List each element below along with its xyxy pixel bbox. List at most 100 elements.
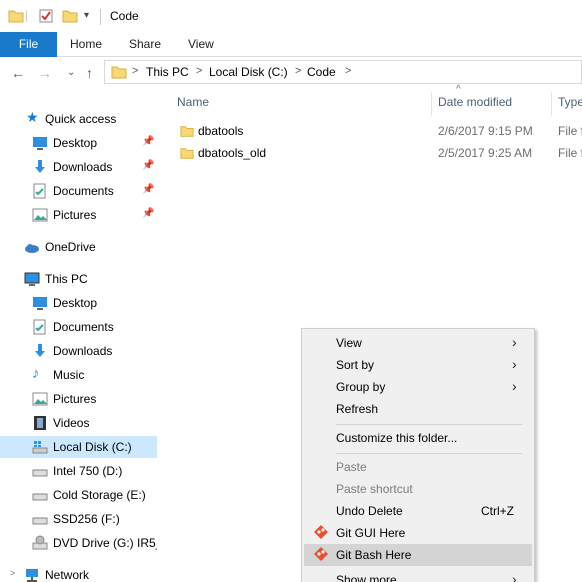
sidebar-item-pc-pictures[interactable]: Pictures [0,388,157,410]
menu-item-undo-delete[interactable]: Undo Delete Ctrl+Z [304,500,532,522]
file-row[interactable]: dbatools 2/6/2017 9:15 PM File f [176,121,582,142]
sidebar-item-label: Videos [53,416,90,430]
folder-icon [180,146,194,163]
menu-item-customize-folder[interactable]: Customize this folder... [304,427,532,449]
sidebar-item-ssd256-f[interactable]: SSD256 (F:) [0,508,157,530]
file-type: File f [558,146,582,160]
sidebar-item-pc-documents[interactable]: Documents [0,316,157,338]
file-type: File f [558,124,582,138]
sidebar-item-label: Documents [53,184,114,198]
sidebar-item-label: DVD Drive (G:) IR5_S [53,536,157,550]
menu-item-shortcut: Ctrl+Z [481,504,514,518]
tab-view[interactable]: View [188,32,214,57]
menu-item-label: Git GUI Here [336,526,406,540]
forward-arrow-icon[interactable]: → [38,65,52,81]
title-divider [100,9,101,25]
sidebar-item-label: Pictures [53,392,97,406]
pin-icon[interactable]: 📌 [142,184,154,195]
menu-item-refresh[interactable]: Refresh [304,398,532,420]
sidebar-item-pictures[interactable]: Pictures 📌 [0,204,157,226]
menu-item-paste[interactable]: Paste [304,456,532,478]
computer-icon [24,271,40,287]
documents-icon [32,183,48,199]
sidebar-item-downloads[interactable]: Downloads 📌 [0,156,157,178]
tab-home[interactable]: Home [70,32,102,57]
pin-icon[interactable]: 📌 [142,136,154,147]
sidebar-item-cold-storage-e[interactable]: Cold Storage (E:) [0,484,157,506]
menu-item-sort-by[interactable]: Sort by › [304,354,532,376]
chevron-right-icon[interactable]: > [345,65,351,77]
menu-item-label: Customize this folder... [336,431,458,445]
sidebar-item-quick-access[interactable]: ★ Quick access [0,108,157,130]
new-folder-icon[interactable] [62,8,78,27]
title-bar: ▾ Code [0,0,582,32]
up-arrow-icon[interactable]: ↑ [86,65,93,81]
column-header-date-modified[interactable]: Date modified [438,95,512,109]
sidebar-item-documents[interactable]: Documents 📌 [0,180,157,202]
file-date: 2/6/2017 9:15 PM [438,124,533,138]
chevron-right-icon[interactable]: > [132,65,138,77]
menu-item-paste-shortcut[interactable]: Paste shortcut [304,478,532,500]
column-header-name[interactable]: Name [177,95,209,109]
sidebar-item-onedrive[interactable]: OneDrive [0,236,157,258]
windows-drive-icon [32,439,48,455]
recent-locations-chevron-icon[interactable]: ⌄ [67,65,75,81]
file-date: 2/5/2017 9:25 AM [438,146,533,160]
sidebar-item-pc-desktop[interactable]: Desktop [0,292,157,314]
pin-icon[interactable]: 📌 [142,160,154,171]
pin-icon[interactable]: 📌 [142,208,154,219]
drive-icon [32,463,48,479]
sidebar-item-label: Network [45,568,90,582]
menu-item-view[interactable]: View › [304,332,532,354]
tab-file[interactable]: File [0,32,57,57]
menu-item-show-more[interactable]: Show more › [304,569,532,582]
file-row[interactable]: dbatools_old 2/5/2017 9:25 AM File f [176,143,582,164]
address-bar[interactable]: > This PC > Local Disk (C:) > Code > [104,60,582,84]
breadcrumb-local-disk[interactable]: Local Disk (C:) [209,65,288,79]
expand-chevron-icon[interactable]: > [10,568,15,578]
file-name: dbatools [198,124,244,138]
menu-item-label: Group by [336,380,386,394]
sidebar-item-local-disk-c[interactable]: Local Disk (C:) [0,436,157,458]
back-arrow-icon[interactable]: ← [11,65,25,81]
menu-item-label: Git Bash Here [336,548,412,562]
sidebar-item-music[interactable]: ♪ Music [0,364,157,386]
tab-share[interactable]: Share [129,32,161,57]
menu-item-git-gui-here[interactable]: Git GUI Here [304,522,532,544]
menu-item-label: Undo Delete [336,504,403,518]
pictures-icon [32,207,48,223]
sidebar-item-videos[interactable]: Videos [0,412,157,434]
chevron-right-icon[interactable]: > [196,65,202,77]
column-divider[interactable] [431,92,432,116]
sidebar-item-pc-downloads[interactable]: Downloads [0,340,157,362]
customize-qa-dropdown-icon[interactable]: ▾ [84,10,89,21]
star-icon: ★ [26,109,39,125]
breadcrumb-this-pc[interactable]: This PC [146,65,189,79]
menu-item-git-bash-here[interactable]: Git Bash Here [304,544,532,566]
menu-item-label: View [336,336,362,350]
drive-icon [32,487,48,503]
documents-icon [32,319,48,335]
submenu-arrow-icon: › [512,334,517,350]
sidebar-item-network[interactable]: > Network [0,564,157,582]
drive-icon [32,511,48,527]
git-icon [314,547,328,564]
column-header-type[interactable]: Type [558,95,582,109]
sidebar-item-this-pc[interactable]: This PC [0,268,157,290]
column-divider[interactable] [551,92,552,116]
properties-icon[interactable] [38,8,54,27]
chevron-right-icon[interactable]: > [295,65,301,77]
file-name: dbatools_old [198,146,267,160]
sidebar-item-desktop[interactable]: Desktop 📌 [0,132,157,154]
sidebar-item-label: Quick access [45,112,117,126]
sidebar-item-dvd-drive-g[interactable]: DVD Drive (G:) IR5_S [0,532,157,554]
breadcrumb-code[interactable]: Code [307,65,336,79]
film-icon [32,415,48,431]
submenu-arrow-icon: › [512,571,517,582]
sidebar-item-label: SSD256 (F:) [53,512,120,526]
menu-item-group-by[interactable]: Group by › [304,376,532,398]
sidebar-item-label: Desktop [53,296,98,310]
context-menu: View › Sort by › Group by › Refresh Cust… [301,328,535,582]
menu-item-label: Paste shortcut [336,482,413,496]
sidebar-item-intel-750-d[interactable]: Intel 750 (D:) [0,460,157,482]
